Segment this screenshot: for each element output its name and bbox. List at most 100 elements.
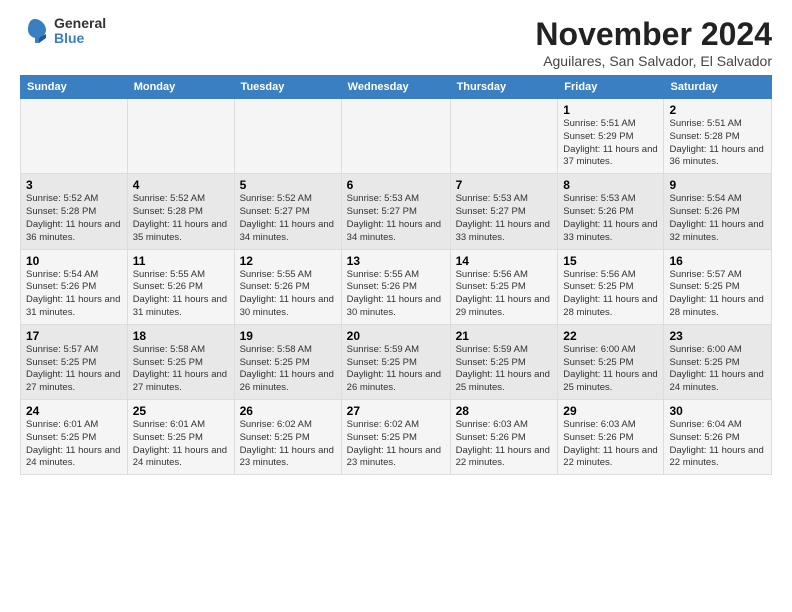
table-cell: 22Sunrise: 6:00 AM Sunset: 5:25 PM Dayli… <box>558 324 664 399</box>
table-cell: 6Sunrise: 5:53 AM Sunset: 5:27 PM Daylig… <box>341 174 450 249</box>
table-cell: 4Sunrise: 5:52 AM Sunset: 5:28 PM Daylig… <box>127 174 234 249</box>
day-number: 10 <box>26 254 122 268</box>
logo: General Blue <box>20 16 106 47</box>
day-info: Sunrise: 5:52 AM Sunset: 5:28 PM Dayligh… <box>133 193 229 244</box>
table-cell: 23Sunrise: 6:00 AM Sunset: 5:25 PM Dayli… <box>664 324 772 399</box>
day-number: 25 <box>133 404 229 418</box>
day-info: Sunrise: 5:57 AM Sunset: 5:25 PM Dayligh… <box>26 344 122 395</box>
day-number: 24 <box>26 404 122 418</box>
day-number: 23 <box>669 329 766 343</box>
col-tuesday: Tuesday <box>234 76 341 99</box>
day-number: 28 <box>456 404 553 418</box>
day-number: 5 <box>240 178 336 192</box>
day-number: 30 <box>669 404 766 418</box>
col-wednesday: Wednesday <box>341 76 450 99</box>
month-title: November 2024 <box>535 16 772 53</box>
table-cell <box>450 99 558 174</box>
day-number: 16 <box>669 254 766 268</box>
table-cell: 17Sunrise: 5:57 AM Sunset: 5:25 PM Dayli… <box>21 324 128 399</box>
week-row-1: 1Sunrise: 5:51 AM Sunset: 5:29 PM Daylig… <box>21 99 772 174</box>
calendar-body: 1Sunrise: 5:51 AM Sunset: 5:29 PM Daylig… <box>21 99 772 475</box>
day-number: 6 <box>347 178 445 192</box>
day-info: Sunrise: 6:04 AM Sunset: 5:26 PM Dayligh… <box>669 419 766 470</box>
day-info: Sunrise: 6:03 AM Sunset: 5:26 PM Dayligh… <box>563 419 658 470</box>
col-friday: Friday <box>558 76 664 99</box>
table-cell: 19Sunrise: 5:58 AM Sunset: 5:25 PM Dayli… <box>234 324 341 399</box>
table-cell: 26Sunrise: 6:02 AM Sunset: 5:25 PM Dayli… <box>234 400 341 475</box>
day-number: 12 <box>240 254 336 268</box>
day-number: 2 <box>669 103 766 117</box>
day-info: Sunrise: 5:52 AM Sunset: 5:28 PM Dayligh… <box>26 193 122 244</box>
day-info: Sunrise: 5:56 AM Sunset: 5:25 PM Dayligh… <box>563 269 658 320</box>
day-info: Sunrise: 5:57 AM Sunset: 5:25 PM Dayligh… <box>669 269 766 320</box>
table-cell: 29Sunrise: 6:03 AM Sunset: 5:26 PM Dayli… <box>558 400 664 475</box>
day-info: Sunrise: 6:01 AM Sunset: 5:25 PM Dayligh… <box>26 419 122 470</box>
day-info: Sunrise: 6:00 AM Sunset: 5:25 PM Dayligh… <box>669 344 766 395</box>
day-number: 14 <box>456 254 553 268</box>
title-block: November 2024 Aguilares, San Salvador, E… <box>535 16 772 69</box>
table-cell <box>234 99 341 174</box>
day-number: 9 <box>669 178 766 192</box>
day-number: 11 <box>133 254 229 268</box>
week-row-3: 10Sunrise: 5:54 AM Sunset: 5:26 PM Dayli… <box>21 249 772 324</box>
day-info: Sunrise: 5:55 AM Sunset: 5:26 PM Dayligh… <box>347 269 445 320</box>
week-row-2: 3Sunrise: 5:52 AM Sunset: 5:28 PM Daylig… <box>21 174 772 249</box>
day-info: Sunrise: 5:53 AM Sunset: 5:27 PM Dayligh… <box>347 193 445 244</box>
logo-blue: Blue <box>54 31 106 46</box>
col-sunday: Sunday <box>21 76 128 99</box>
table-cell: 28Sunrise: 6:03 AM Sunset: 5:26 PM Dayli… <box>450 400 558 475</box>
table-cell: 24Sunrise: 6:01 AM Sunset: 5:25 PM Dayli… <box>21 400 128 475</box>
table-cell <box>21 99 128 174</box>
table-cell: 20Sunrise: 5:59 AM Sunset: 5:25 PM Dayli… <box>341 324 450 399</box>
day-info: Sunrise: 5:59 AM Sunset: 5:25 PM Dayligh… <box>456 344 553 395</box>
day-info: Sunrise: 6:00 AM Sunset: 5:25 PM Dayligh… <box>563 344 658 395</box>
day-info: Sunrise: 5:53 AM Sunset: 5:27 PM Dayligh… <box>456 193 553 244</box>
week-row-5: 24Sunrise: 6:01 AM Sunset: 5:25 PM Dayli… <box>21 400 772 475</box>
table-cell: 16Sunrise: 5:57 AM Sunset: 5:25 PM Dayli… <box>664 249 772 324</box>
day-number: 17 <box>26 329 122 343</box>
day-number: 26 <box>240 404 336 418</box>
day-number: 29 <box>563 404 658 418</box>
day-number: 4 <box>133 178 229 192</box>
table-cell: 27Sunrise: 6:02 AM Sunset: 5:25 PM Dayli… <box>341 400 450 475</box>
table-cell: 13Sunrise: 5:55 AM Sunset: 5:26 PM Dayli… <box>341 249 450 324</box>
table-cell <box>127 99 234 174</box>
table-cell: 30Sunrise: 6:04 AM Sunset: 5:26 PM Dayli… <box>664 400 772 475</box>
table-cell <box>341 99 450 174</box>
day-info: Sunrise: 6:02 AM Sunset: 5:25 PM Dayligh… <box>347 419 445 470</box>
day-number: 7 <box>456 178 553 192</box>
subtitle: Aguilares, San Salvador, El Salvador <box>535 53 772 69</box>
day-number: 19 <box>240 329 336 343</box>
day-info: Sunrise: 5:59 AM Sunset: 5:25 PM Dayligh… <box>347 344 445 395</box>
table-cell: 21Sunrise: 5:59 AM Sunset: 5:25 PM Dayli… <box>450 324 558 399</box>
day-info: Sunrise: 6:02 AM Sunset: 5:25 PM Dayligh… <box>240 419 336 470</box>
day-number: 22 <box>563 329 658 343</box>
table-cell: 15Sunrise: 5:56 AM Sunset: 5:25 PM Dayli… <box>558 249 664 324</box>
day-info: Sunrise: 5:55 AM Sunset: 5:26 PM Dayligh… <box>240 269 336 320</box>
day-number: 21 <box>456 329 553 343</box>
day-number: 15 <box>563 254 658 268</box>
table-cell: 2Sunrise: 5:51 AM Sunset: 5:28 PM Daylig… <box>664 99 772 174</box>
col-thursday: Thursday <box>450 76 558 99</box>
table-cell: 8Sunrise: 5:53 AM Sunset: 5:26 PM Daylig… <box>558 174 664 249</box>
table-cell: 11Sunrise: 5:55 AM Sunset: 5:26 PM Dayli… <box>127 249 234 324</box>
day-info: Sunrise: 5:51 AM Sunset: 5:29 PM Dayligh… <box>563 118 658 169</box>
day-info: Sunrise: 6:01 AM Sunset: 5:25 PM Dayligh… <box>133 419 229 470</box>
day-number: 3 <box>26 178 122 192</box>
day-info: Sunrise: 5:54 AM Sunset: 5:26 PM Dayligh… <box>669 193 766 244</box>
table-cell: 3Sunrise: 5:52 AM Sunset: 5:28 PM Daylig… <box>21 174 128 249</box>
page: General Blue November 2024 Aguilares, Sa… <box>0 0 792 485</box>
day-number: 18 <box>133 329 229 343</box>
header-row: Sunday Monday Tuesday Wednesday Thursday… <box>21 76 772 99</box>
logo-general: General <box>54 16 106 31</box>
table-cell: 9Sunrise: 5:54 AM Sunset: 5:26 PM Daylig… <box>664 174 772 249</box>
day-info: Sunrise: 6:03 AM Sunset: 5:26 PM Dayligh… <box>456 419 553 470</box>
col-monday: Monday <box>127 76 234 99</box>
day-number: 13 <box>347 254 445 268</box>
day-info: Sunrise: 5:51 AM Sunset: 5:28 PM Dayligh… <box>669 118 766 169</box>
day-info: Sunrise: 5:55 AM Sunset: 5:26 PM Dayligh… <box>133 269 229 320</box>
day-info: Sunrise: 5:58 AM Sunset: 5:25 PM Dayligh… <box>240 344 336 395</box>
table-cell: 12Sunrise: 5:55 AM Sunset: 5:26 PM Dayli… <box>234 249 341 324</box>
week-row-4: 17Sunrise: 5:57 AM Sunset: 5:25 PM Dayli… <box>21 324 772 399</box>
calendar-table: Sunday Monday Tuesday Wednesday Thursday… <box>20 75 772 475</box>
